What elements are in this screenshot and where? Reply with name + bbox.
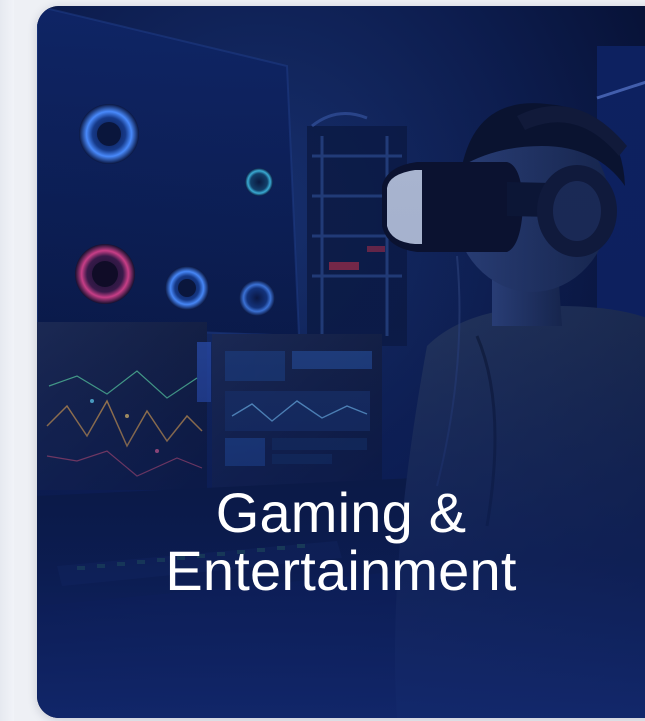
- card-title: Gaming & Entertainment: [37, 484, 645, 600]
- card-title-line-1: Gaming &: [215, 481, 467, 544]
- card-gradient-overlay: [37, 6, 645, 718]
- card-title-line-2: Entertainment: [165, 539, 517, 602]
- page: Gaming & Entertainment: [0, 0, 645, 721]
- adjacent-card-edge: [0, 0, 14, 721]
- category-card-gaming[interactable]: Gaming & Entertainment: [37, 6, 645, 718]
